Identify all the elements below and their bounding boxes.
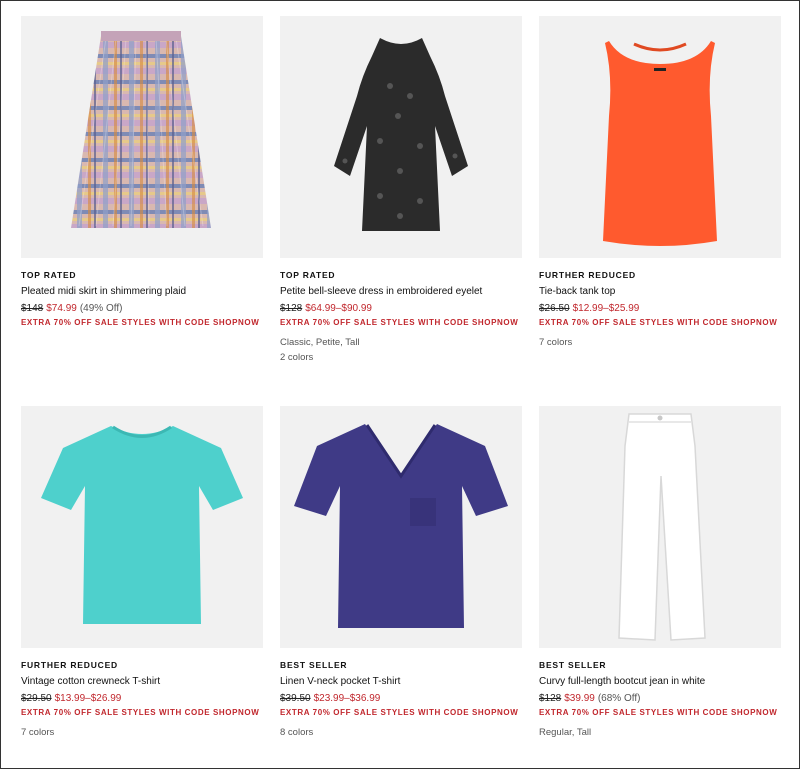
navy-vneck-image bbox=[294, 424, 508, 628]
sale-price: $23.99–$36.99 bbox=[313, 693, 381, 704]
color-count: 2 colors bbox=[280, 352, 314, 363]
promo-text: EXTRA 70% OFF SALE STYLES WITH CODE SHOP… bbox=[280, 708, 519, 717]
size-options[interactable]: Regular, Tall bbox=[539, 725, 781, 740]
product-price: $128 $64.99–$90.99 bbox=[280, 303, 522, 314]
product-image[interactable] bbox=[280, 406, 522, 648]
product-card[interactable]: TOP RATED Pleated midi skirt in shimmeri… bbox=[21, 16, 263, 406]
product-price: $29.50 $13.99–$26.99 bbox=[21, 693, 263, 704]
product-image[interactable] bbox=[21, 406, 263, 648]
product-badge: BEST SELLER bbox=[539, 660, 607, 670]
product-meta: 7 colors bbox=[539, 335, 781, 350]
product-badge: FURTHER REDUCED bbox=[539, 270, 636, 280]
original-price: $29.50 bbox=[21, 693, 52, 704]
product-meta: 8 colors bbox=[280, 725, 522, 740]
product-title[interactable]: Petite bell-sleeve dress in embroidered … bbox=[280, 286, 522, 297]
product-card[interactable]: BEST SELLER Linen V-neck pocket T-shirt … bbox=[280, 406, 522, 766]
product-price: $26.50 $12.99–$25.99 bbox=[539, 303, 781, 314]
eyelet-dress-image bbox=[334, 38, 468, 231]
promo-text: EXTRA 70% OFF SALE STYLES WITH CODE SHOP… bbox=[21, 708, 260, 717]
original-price: $26.50 bbox=[539, 303, 570, 314]
product-badge: BEST SELLER bbox=[280, 660, 348, 670]
product-image[interactable] bbox=[21, 16, 263, 258]
white-jeans-image bbox=[618, 413, 706, 641]
discount-percent: (49% Off) bbox=[79, 303, 123, 314]
product-card[interactable]: TOP RATED Petite bell-sleeve dress in em… bbox=[280, 16, 522, 406]
product-title[interactable]: Pleated midi skirt in shimmering plaid bbox=[21, 286, 263, 297]
orange-tank-image bbox=[603, 41, 717, 246]
original-price: $128 bbox=[539, 693, 562, 704]
size-options[interactable]: Classic, Petite, Tall bbox=[280, 335, 522, 350]
product-card[interactable]: BEST SELLER Curvy full-length bootcut je… bbox=[539, 406, 781, 766]
product-title[interactable]: Linen V-neck pocket T-shirt bbox=[280, 676, 522, 687]
product-meta: Regular, Tall bbox=[539, 725, 781, 740]
product-price: $128 $39.99 (68% Off) bbox=[539, 693, 781, 704]
product-card[interactable]: FURTHER REDUCED Vintage cotton crewneck … bbox=[21, 406, 263, 766]
product-title[interactable]: Tie-back tank top bbox=[539, 286, 781, 297]
product-badge: TOP RATED bbox=[21, 270, 77, 280]
sale-price: $39.99 bbox=[564, 693, 595, 704]
product-image[interactable] bbox=[280, 16, 522, 258]
teal-tshirt-image bbox=[41, 425, 243, 624]
product-title[interactable]: Vintage cotton crewneck T-shirt bbox=[21, 676, 263, 687]
color-count: 8 colors bbox=[280, 727, 314, 738]
sale-price: $13.99–$26.99 bbox=[54, 693, 122, 704]
sale-price: $74.99 bbox=[46, 303, 77, 314]
product-meta: 7 colors bbox=[21, 725, 263, 740]
color-count: 7 colors bbox=[539, 337, 573, 348]
promo-text: EXTRA 70% OFF SALE STYLES WITH CODE SHOP… bbox=[539, 708, 778, 717]
product-price: $39.50 $23.99–$36.99 bbox=[280, 693, 522, 704]
color-count: 7 colors bbox=[21, 727, 55, 738]
promo-text: EXTRA 70% OFF SALE STYLES WITH CODE SHOP… bbox=[21, 318, 260, 327]
sale-price: $12.99–$25.99 bbox=[572, 303, 640, 314]
original-price: $128 bbox=[280, 303, 303, 314]
product-image[interactable] bbox=[539, 406, 781, 648]
product-title[interactable]: Curvy full-length bootcut jean in white bbox=[539, 676, 781, 687]
product-price: $148 $74.99 (49% Off) bbox=[21, 303, 263, 314]
product-image[interactable] bbox=[539, 16, 781, 258]
original-price: $148 bbox=[21, 303, 44, 314]
promo-text: EXTRA 70% OFF SALE STYLES WITH CODE SHOP… bbox=[280, 318, 519, 327]
plaid-skirt-image bbox=[71, 31, 211, 228]
sale-price: $64.99–$90.99 bbox=[305, 303, 372, 314]
product-grid: TOP RATED Pleated midi skirt in shimmeri… bbox=[21, 16, 781, 766]
discount-percent: (68% Off) bbox=[597, 693, 641, 704]
product-badge: TOP RATED bbox=[280, 270, 336, 280]
product-badge: FURTHER REDUCED bbox=[21, 660, 118, 670]
promo-text: EXTRA 70% OFF SALE STYLES WITH CODE SHOP… bbox=[539, 318, 778, 327]
product-meta: Classic, Petite, Tall 2 colors bbox=[280, 335, 522, 365]
product-card[interactable]: FURTHER REDUCED Tie-back tank top $26.50… bbox=[539, 16, 781, 406]
original-price: $39.50 bbox=[280, 693, 311, 704]
